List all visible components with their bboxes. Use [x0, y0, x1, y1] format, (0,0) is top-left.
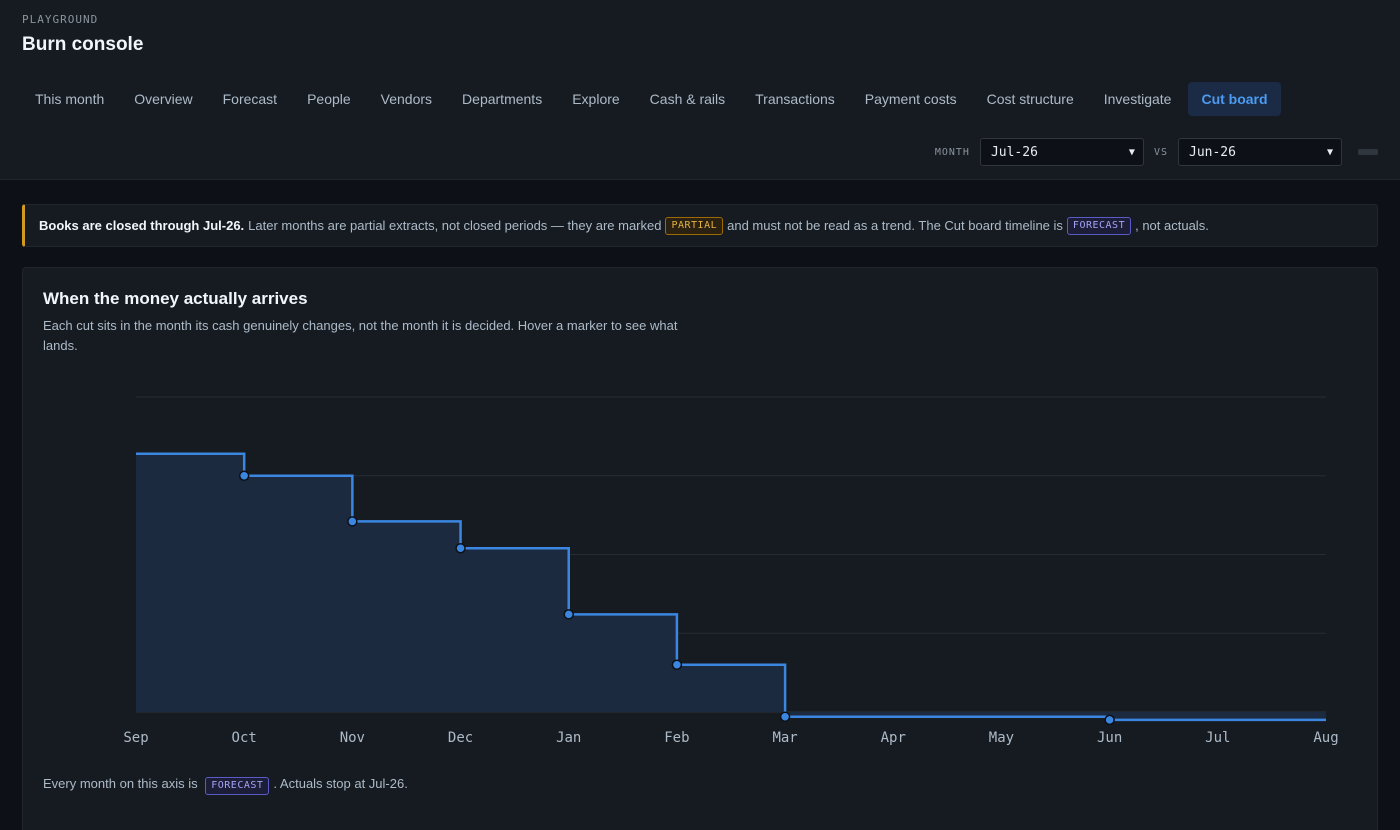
- month-label: MONTH: [934, 146, 970, 158]
- footnote-text: Every month on this axis is: [43, 776, 198, 791]
- forecast-badge: FORECAST: [1066, 216, 1132, 235]
- x-tick-apr: Apr: [881, 730, 906, 746]
- chevron-down-icon: ▼: [1326, 146, 1333, 158]
- notice-text: and must not be read as a trend. The Cut…: [727, 218, 1063, 233]
- compare-select-value: Jun-26: [1189, 144, 1236, 160]
- tab-this-month[interactable]: This month: [22, 82, 117, 116]
- tab-departments[interactable]: Departments: [449, 82, 555, 116]
- chart-footnote: Every month on this axis is FORECAST. Ac…: [43, 776, 408, 795]
- forecast-badge: FORECAST: [205, 777, 270, 795]
- top-bar: PLAYGROUND Burn console This month Overv…: [0, 0, 1400, 180]
- compare-month-select[interactable]: Jun-26 ▼: [1178, 138, 1342, 166]
- x-tick-sep: Sep: [123, 730, 148, 746]
- app-title: Burn console: [22, 34, 144, 55]
- period-controls: MONTH Jul-26 ▼ VS Jun-26 ▼: [935, 138, 1378, 166]
- x-tick-mar: Mar: [772, 730, 797, 746]
- x-tick-may: May: [989, 730, 1014, 746]
- marker-nov[interactable]: [347, 516, 358, 527]
- chevron-down-icon: ▼: [1128, 146, 1135, 158]
- tab-bar: This month Overview Forecast People Vend…: [22, 82, 1281, 116]
- cash-arrival-card: Sep Oct Nov Dec Jan Feb Mar Apr May Jun Jul Aug Whe…: [22, 267, 1378, 830]
- tab-cost-structure[interactable]: Cost structure: [974, 82, 1087, 116]
- x-tick-aug: Aug: [1313, 730, 1338, 746]
- tab-cash-rails[interactable]: Cash & rails: [637, 82, 738, 116]
- marker-feb[interactable]: [671, 659, 683, 670]
- tab-transactions[interactable]: Transactions: [742, 82, 848, 116]
- marker-mar[interactable]: [779, 711, 791, 722]
- x-tick-dec: Dec: [448, 730, 473, 746]
- tab-payment-costs[interactable]: Payment costs: [852, 82, 970, 116]
- partial-badge: PARTIAL: [665, 216, 724, 235]
- marker-dec[interactable]: [455, 542, 466, 554]
- marker-jan[interactable]: [563, 609, 574, 620]
- tab-overview[interactable]: Overview: [121, 82, 205, 116]
- tab-vendors[interactable]: Vendors: [368, 82, 445, 116]
- tab-investigate[interactable]: Investigate: [1091, 82, 1185, 116]
- x-tick-jan: Jan: [556, 730, 581, 746]
- marker-oct[interactable]: [238, 470, 250, 481]
- card-title: When the money actually arrives: [43, 289, 308, 308]
- x-tick-oct: Oct: [232, 730, 257, 746]
- vs-label: VS: [1153, 146, 1168, 158]
- tab-cut-board[interactable]: Cut board: [1188, 82, 1281, 116]
- closed-books-notice: Books are closed through Jul-26. Later m…: [22, 204, 1378, 247]
- marker-jun[interactable]: [1104, 714, 1115, 726]
- workspace-label: PLAYGROUND: [22, 13, 99, 26]
- tab-explore[interactable]: Explore: [559, 82, 632, 116]
- x-tick-jun: Jun: [1097, 730, 1122, 746]
- tab-people[interactable]: People: [294, 82, 364, 116]
- extra-control-button[interactable]: [1358, 149, 1378, 155]
- card-description: Each cut sits in the month its cash genu…: [43, 318, 678, 353]
- x-tick-nov: Nov: [340, 730, 365, 746]
- notice-bold-text: Books are closed through Jul-26.: [39, 218, 245, 233]
- notice-text: , not actuals.: [1135, 218, 1209, 233]
- chart-area-fill: [136, 453, 1326, 720]
- x-tick-feb: Feb: [664, 730, 689, 746]
- month-select[interactable]: Jul-26 ▼: [979, 138, 1144, 166]
- notice-text: Later months are partial extracts, not c…: [248, 218, 662, 233]
- tab-forecast[interactable]: Forecast: [210, 82, 290, 116]
- month-select-value: Jul-26: [990, 144, 1038, 160]
- footnote-text: . Actuals stop at Jul-26.: [273, 776, 408, 791]
- x-tick-jul: Jul: [1205, 730, 1230, 746]
